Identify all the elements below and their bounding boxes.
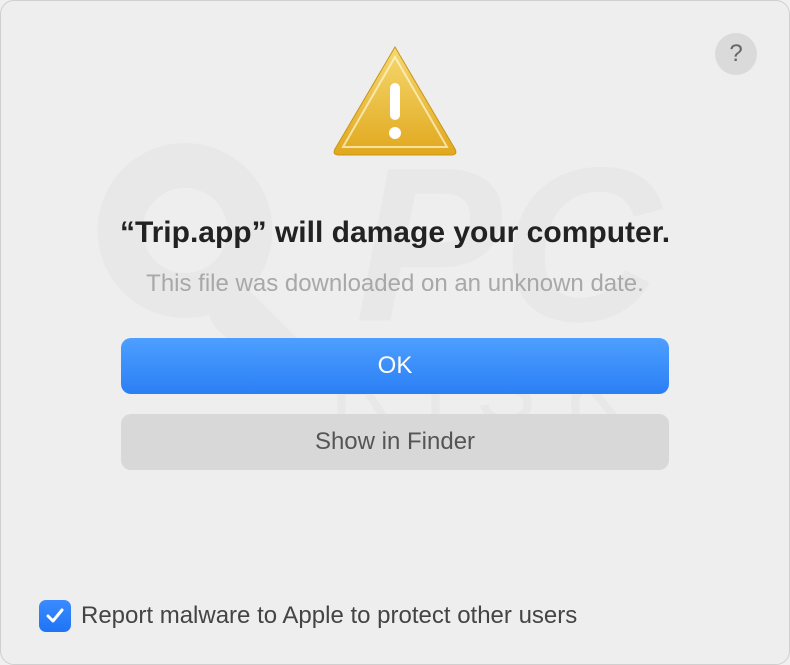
dialog-headline: “Trip.app” will damage your computer. <box>1 216 789 250</box>
button-stack: OK Show in Finder <box>1 338 789 470</box>
ok-button-label: OK <box>378 352 413 380</box>
show-in-finder-button[interactable]: Show in Finder <box>121 414 669 470</box>
warning-triangle-icon <box>330 43 460 158</box>
ok-button[interactable]: OK <box>121 338 669 394</box>
alert-dialog: PC RISK ? <box>0 0 790 665</box>
warning-icon-container <box>1 1 789 158</box>
report-malware-checkbox[interactable] <box>39 600 71 632</box>
dialog-subtext: This file was downloaded on an unknown d… <box>1 270 789 298</box>
question-mark-icon: ? <box>729 40 742 68</box>
report-malware-row: Report malware to Apple to protect other… <box>39 600 751 632</box>
report-malware-label: Report malware to Apple to protect other… <box>81 602 577 630</box>
help-button[interactable]: ? <box>715 33 757 75</box>
checkmark-icon <box>44 605 66 627</box>
show-in-finder-label: Show in Finder <box>315 428 475 456</box>
